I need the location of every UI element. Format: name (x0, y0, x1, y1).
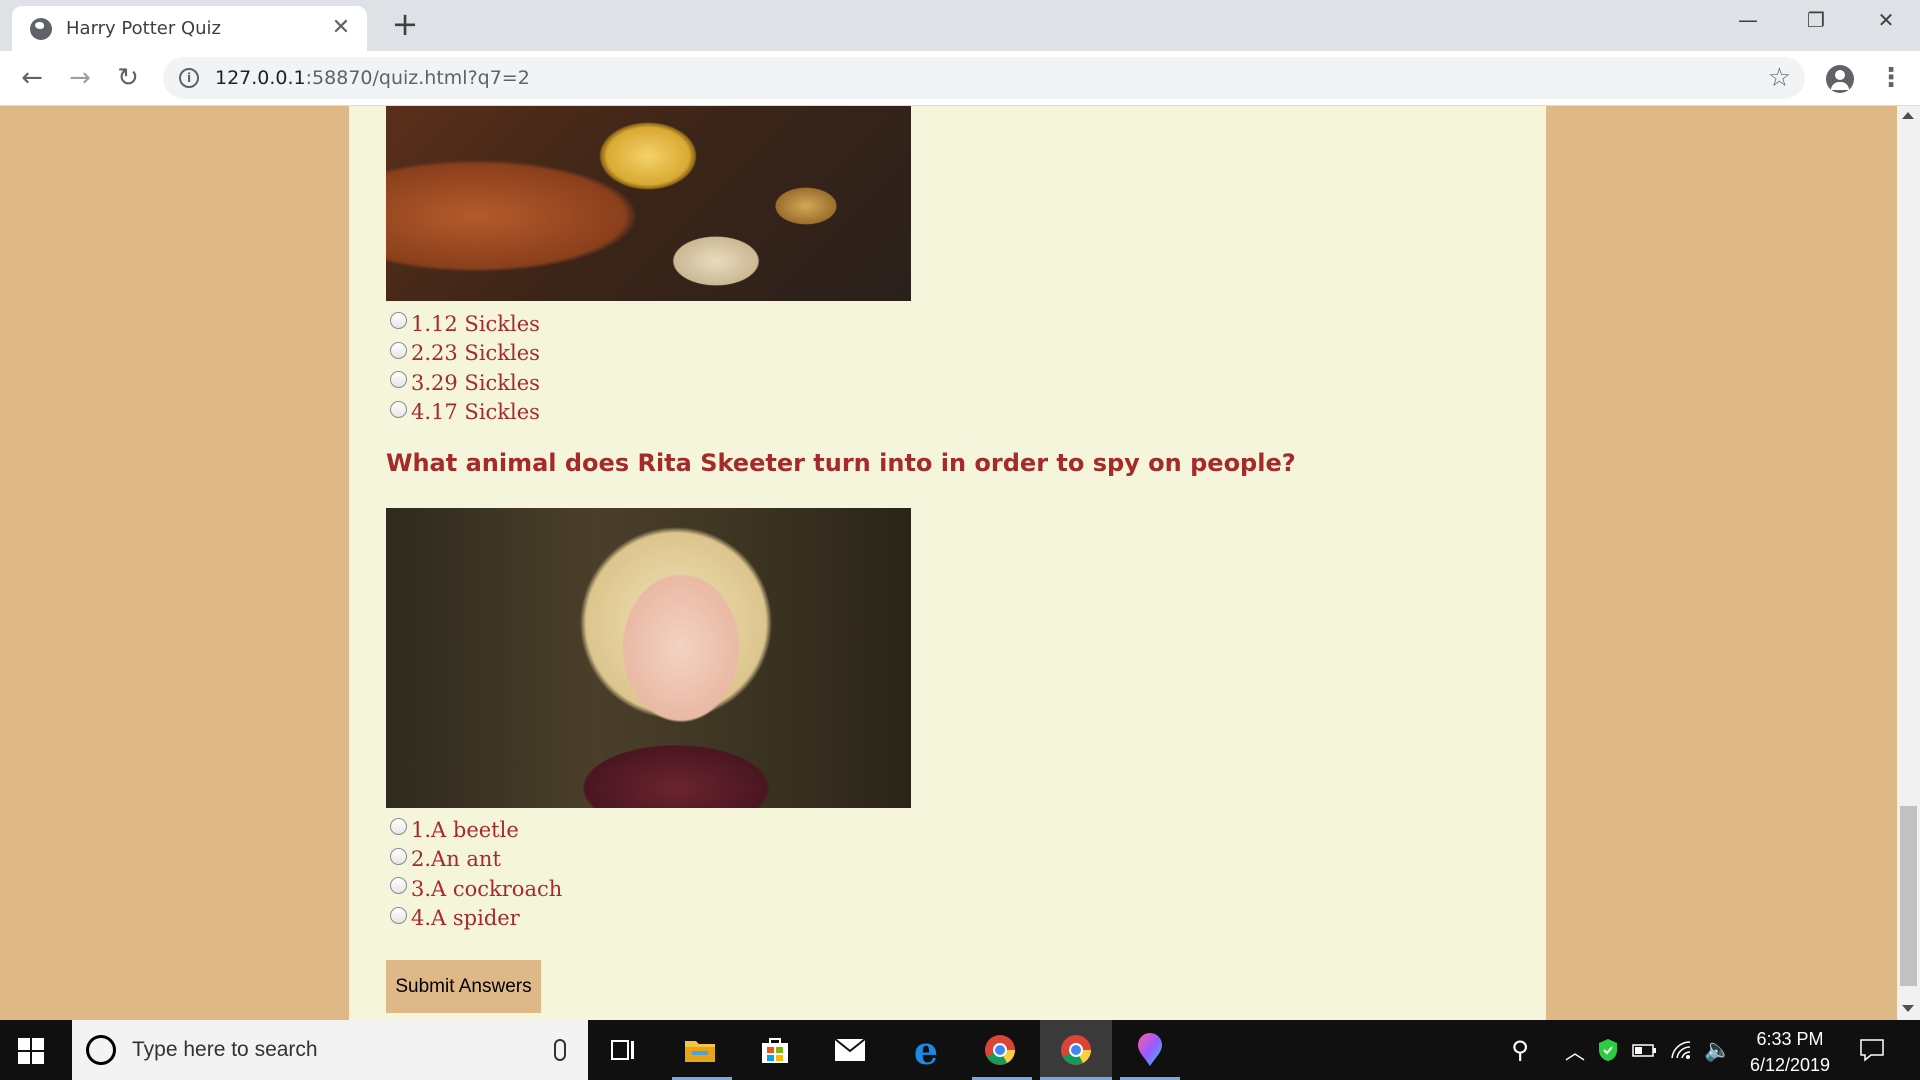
radio-button[interactable] (390, 847, 407, 865)
search-placeholder: Type here to search (132, 1038, 318, 1061)
quiz-content: 1.12 Sickles 2.23 Sickles 3.29 Sickles 4… (349, 106, 1546, 1020)
scroll-up-icon[interactable] (1902, 112, 1914, 119)
option-label: 3.29 Sickles (411, 370, 540, 395)
answer-option[interactable]: 4.17 Sickles (390, 398, 540, 428)
cortana-icon[interactable] (86, 1035, 116, 1065)
submit-answers-button[interactable]: Submit Answers (386, 960, 541, 1013)
browser-toolbar: ← → ↻ i 127.0.0.1:58870/quiz.html?q7=2 ☆… (0, 51, 1920, 106)
tab-strip: Harry Potter Quiz ✕ + — ❐ ✕ (0, 0, 1920, 51)
answer-option[interactable]: 3.29 Sickles (390, 368, 540, 398)
bookmark-star-icon[interactable]: ☆ (1768, 63, 1791, 93)
edge-icon[interactable]: e (906, 1028, 946, 1073)
scroll-thumb[interactable] (1900, 806, 1917, 986)
wifi-icon[interactable] (1662, 1030, 1702, 1070)
radio-button[interactable] (390, 877, 407, 895)
menu-icon[interactable]: ⋮ (1878, 63, 1904, 95)
notifications-icon[interactable] (1852, 1030, 1892, 1070)
radio-button[interactable] (390, 818, 407, 836)
answer-option[interactable]: 2.23 Sickles (390, 339, 540, 369)
volume-icon[interactable]: 🔈 (1698, 1030, 1738, 1070)
url-text[interactable]: 127.0.0.1:58870/quiz.html?q7=2 (215, 67, 530, 89)
battery-icon[interactable] (1625, 1030, 1665, 1070)
radio-button[interactable] (390, 371, 407, 389)
chrome-icon[interactable] (980, 1030, 1020, 1070)
restore-button[interactable]: ❐ (1796, 8, 1836, 38)
new-tab-button[interactable]: + (390, 8, 420, 40)
vertical-scrollbar[interactable] (1897, 106, 1920, 1020)
question-title: What animal does Rita Skeeter turn into … (386, 449, 1296, 477)
radio-button[interactable] (390, 312, 407, 330)
answer-option[interactable]: 2.An ant (390, 845, 562, 875)
option-label: 1.A beetle (411, 817, 519, 842)
profile-avatar-icon[interactable] (1826, 65, 1854, 93)
option-label: 2.23 Sickles (411, 341, 540, 366)
option-label: 3.A cockroach (411, 876, 563, 901)
answer-option[interactable]: 3.A cockroach (390, 874, 562, 904)
url-host: 127.0.0.1 (215, 67, 306, 89)
minimize-button[interactable]: — (1728, 8, 1768, 38)
rita-skeeter-image (386, 508, 911, 808)
radio-button[interactable] (390, 906, 407, 924)
radio-button[interactable] (390, 400, 407, 418)
windows-start-icon[interactable] (18, 1038, 44, 1064)
answer-options-prev: 1.12 Sickles 2.23 Sickles 3.29 Sickles 4… (390, 309, 540, 427)
browser-tab[interactable]: Harry Potter Quiz ✕ (12, 6, 367, 51)
chrome-active-icon[interactable] (1056, 1030, 1096, 1070)
store-icon[interactable] (755, 1030, 795, 1070)
url-path: :58870/quiz.html?q7=2 (305, 67, 530, 89)
page-viewport: 1.12 Sickles 2.23 Sickles 3.29 Sickles 4… (0, 106, 1897, 1020)
option-label: 1.12 Sickles (411, 311, 540, 336)
option-label: 4.17 Sickles (411, 400, 540, 425)
people-icon[interactable]: ⚲ (1500, 1030, 1540, 1070)
windows-taskbar: Type here to search e ⚲ ︿ 🔈 6:33 PM 6/12… (0, 1020, 1920, 1080)
maps-icon[interactable] (1130, 1030, 1170, 1070)
forward-icon[interactable]: → (64, 63, 96, 95)
address-bar[interactable]: i 127.0.0.1:58870/quiz.html?q7=2 ☆ (163, 57, 1805, 99)
answer-option[interactable]: 1.12 Sickles (390, 309, 540, 339)
site-info-icon[interactable]: i (179, 68, 199, 88)
clock-time: 6:33 PM (1756, 1029, 1824, 1049)
globe-icon (30, 17, 52, 40)
answer-options-current: 1.A beetle 2.An ant 3.A cockroach 4.A sp… (390, 815, 562, 933)
scroll-down-icon[interactable] (1902, 1005, 1914, 1012)
mail-icon[interactable] (830, 1030, 870, 1070)
tab-close-icon[interactable]: ✕ (329, 16, 353, 41)
option-label: 4.A spider (411, 906, 520, 931)
taskbar-search-box[interactable]: Type here to search (72, 1020, 588, 1080)
system-clock[interactable]: 6:33 PM 6/12/2019 (1735, 1026, 1845, 1078)
reload-icon[interactable]: ↻ (112, 63, 144, 95)
back-icon[interactable]: ← (16, 63, 48, 95)
close-window-button[interactable]: ✕ (1866, 8, 1906, 38)
microphone-icon[interactable] (554, 1039, 566, 1061)
task-view-icon[interactable] (604, 1030, 644, 1070)
shield-icon[interactable] (1588, 1030, 1628, 1070)
radio-button[interactable] (390, 341, 407, 359)
answer-option[interactable]: 1.A beetle (390, 815, 562, 845)
option-label: 2.An ant (411, 847, 501, 872)
tab-title: Harry Potter Quiz (66, 18, 221, 39)
answer-option[interactable]: 4.A spider (390, 904, 562, 934)
file-explorer-icon[interactable] (680, 1030, 720, 1070)
clock-date: 6/12/2019 (1749, 1055, 1831, 1075)
coins-image (386, 106, 911, 301)
